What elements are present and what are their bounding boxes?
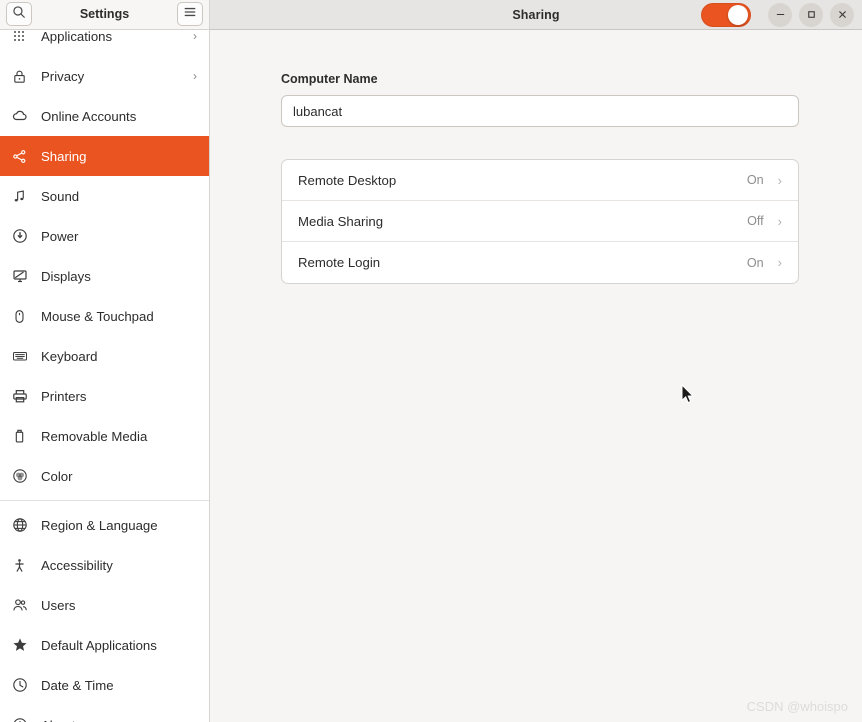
sidebar-item-label: Privacy xyxy=(41,68,85,84)
row-label: Remote Desktop xyxy=(298,172,397,188)
lock-icon xyxy=(11,68,28,85)
sidebar-item-applications[interactable]: Applications › xyxy=(0,30,209,56)
close-icon xyxy=(838,11,846,18)
star-icon xyxy=(11,637,28,654)
sharing-options-list: Remote Desktop On › Media Sharing Off › … xyxy=(281,159,799,284)
accessibility-icon xyxy=(11,557,28,574)
sidebar-item-region-language[interactable]: Region & Language xyxy=(0,505,209,545)
window-body: Applications › Privacy › Online Accounts… xyxy=(0,30,862,722)
sidebar-item-label: Default Applications xyxy=(41,637,157,653)
sidebar-item-privacy[interactable]: Privacy › xyxy=(0,56,209,96)
sidebar-item-sharing[interactable]: Sharing xyxy=(0,136,209,176)
power-icon xyxy=(11,228,28,245)
row-label: Media Sharing xyxy=(298,213,384,229)
users-icon xyxy=(11,597,28,614)
sidebar-item-online-accounts[interactable]: Online Accounts xyxy=(0,96,209,136)
minimize-button[interactable] xyxy=(768,2,792,27)
sidebar-item-sound[interactable]: Sound xyxy=(0,176,209,216)
sidebar-item-label: About xyxy=(41,718,197,722)
sidebar-item-label: Sound xyxy=(41,188,80,204)
sharing-row-remote-desktop[interactable]: Remote Desktop On › xyxy=(282,160,798,201)
window-controls xyxy=(701,2,854,27)
sidebar-item-label: Accessibility xyxy=(41,557,113,573)
sidebar-item-label: Region & Language xyxy=(41,517,158,533)
search-icon xyxy=(12,5,26,24)
row-status-value: Off xyxy=(747,214,764,228)
color-wheel-icon xyxy=(11,468,28,485)
printer-icon xyxy=(11,388,28,405)
sidebar-header: Settings xyxy=(0,0,210,30)
window-header: Sharing xyxy=(210,0,862,30)
row-label: Remote Login xyxy=(298,255,381,270)
mouse-cursor xyxy=(681,384,694,404)
cloud-icon xyxy=(11,108,28,125)
sharing-panel-inner: Computer Name Remote Desktop On › Media … xyxy=(281,72,799,284)
keyboard-icon xyxy=(11,348,28,365)
title-bar: Settings Sharing xyxy=(0,0,862,30)
sidebar-item-default-applications[interactable]: Default Applications xyxy=(0,625,209,665)
sidebar-item-color[interactable]: Color xyxy=(0,456,209,496)
settings-content: Computer Name Remote Desktop On › Media … xyxy=(210,30,862,722)
maximize-icon xyxy=(807,11,815,18)
sidebar-item-label: Power xyxy=(41,228,79,244)
sidebar-item-label: Mouse & Touchpad xyxy=(41,308,154,324)
sidebar-item-displays[interactable]: Displays xyxy=(0,256,209,296)
maximize-button[interactable] xyxy=(799,2,823,27)
settings-sidebar[interactable]: Applications › Privacy › Online Accounts… xyxy=(0,30,210,722)
chevron-right-icon: › xyxy=(777,172,782,188)
settings-window: Settings Sharing Applications › Privacy … xyxy=(0,0,862,722)
apps-grid-icon xyxy=(11,30,28,45)
toggle-knob xyxy=(728,4,748,25)
row-status-value: On xyxy=(746,173,764,187)
sidebar-item-printers[interactable]: Printers xyxy=(0,376,209,416)
music-note-icon xyxy=(11,188,28,205)
sidebar-item-label: Keyboard xyxy=(41,348,98,364)
usb-drive-icon xyxy=(11,428,28,445)
hamburger-menu-icon xyxy=(183,5,197,23)
watermark-text: CSDN @whoispo xyxy=(746,699,848,714)
close-button[interactable] xyxy=(830,2,854,27)
sidebar-item-label: Sharing xyxy=(41,148,87,164)
sharing-master-toggle[interactable] xyxy=(701,2,751,27)
sidebar-item-removable-media[interactable]: Removable Media xyxy=(0,416,209,456)
sharing-panel: Computer Name Remote Desktop On › Media … xyxy=(210,30,862,284)
sidebar-item-label: Printers xyxy=(41,388,87,404)
sidebar-item-label: Removable Media xyxy=(41,428,148,444)
sidebar-item-about[interactable]: About xyxy=(0,705,209,722)
row-status-value: On xyxy=(746,255,764,270)
sidebar-item-label: Date & Time xyxy=(41,677,114,693)
sidebar-item-label: Displays xyxy=(41,268,91,284)
mouse-icon xyxy=(11,308,28,325)
sidebar-scroll-area: Applications › Privacy › Online Accounts… xyxy=(0,30,209,722)
computer-name-label: Computer Name xyxy=(281,72,378,86)
chevron-right-icon: › xyxy=(193,69,197,83)
sharing-row-media-sharing[interactable]: Media Sharing Off › xyxy=(282,201,798,242)
sidebar-separator xyxy=(0,500,209,501)
main-menu-button[interactable] xyxy=(177,2,203,26)
sidebar-item-label: Users xyxy=(41,597,76,613)
sidebar-item-power[interactable]: Power xyxy=(0,216,209,256)
search-button[interactable] xyxy=(6,2,32,26)
info-icon xyxy=(11,717,28,722)
chevron-right-icon: › xyxy=(193,30,197,43)
sidebar-item-label: Applications xyxy=(41,30,113,44)
clock-icon xyxy=(11,677,28,694)
sidebar-item-accessibility[interactable]: Accessibility xyxy=(0,545,209,585)
globe-icon xyxy=(11,517,28,534)
share-nodes-icon xyxy=(11,148,28,165)
computer-name-input[interactable] xyxy=(281,95,799,127)
monitor-icon xyxy=(11,268,28,285)
sidebar-item-label: Online Accounts xyxy=(41,108,137,124)
minimize-icon xyxy=(776,13,784,16)
chevron-right-icon: › xyxy=(777,255,782,270)
sidebar-item-date-time[interactable]: Date & Time xyxy=(0,665,209,705)
sidebar-item-users[interactable]: Users xyxy=(0,585,209,625)
app-title: Settings xyxy=(79,7,130,21)
sidebar-item-mouse-touchpad[interactable]: Mouse & Touchpad xyxy=(0,296,209,336)
chevron-right-icon: › xyxy=(777,213,782,229)
sidebar-item-keyboard[interactable]: Keyboard xyxy=(0,336,209,376)
sidebar-item-label: Color xyxy=(41,468,73,484)
sharing-row-remote-login[interactable]: Remote Login On › xyxy=(282,242,798,283)
